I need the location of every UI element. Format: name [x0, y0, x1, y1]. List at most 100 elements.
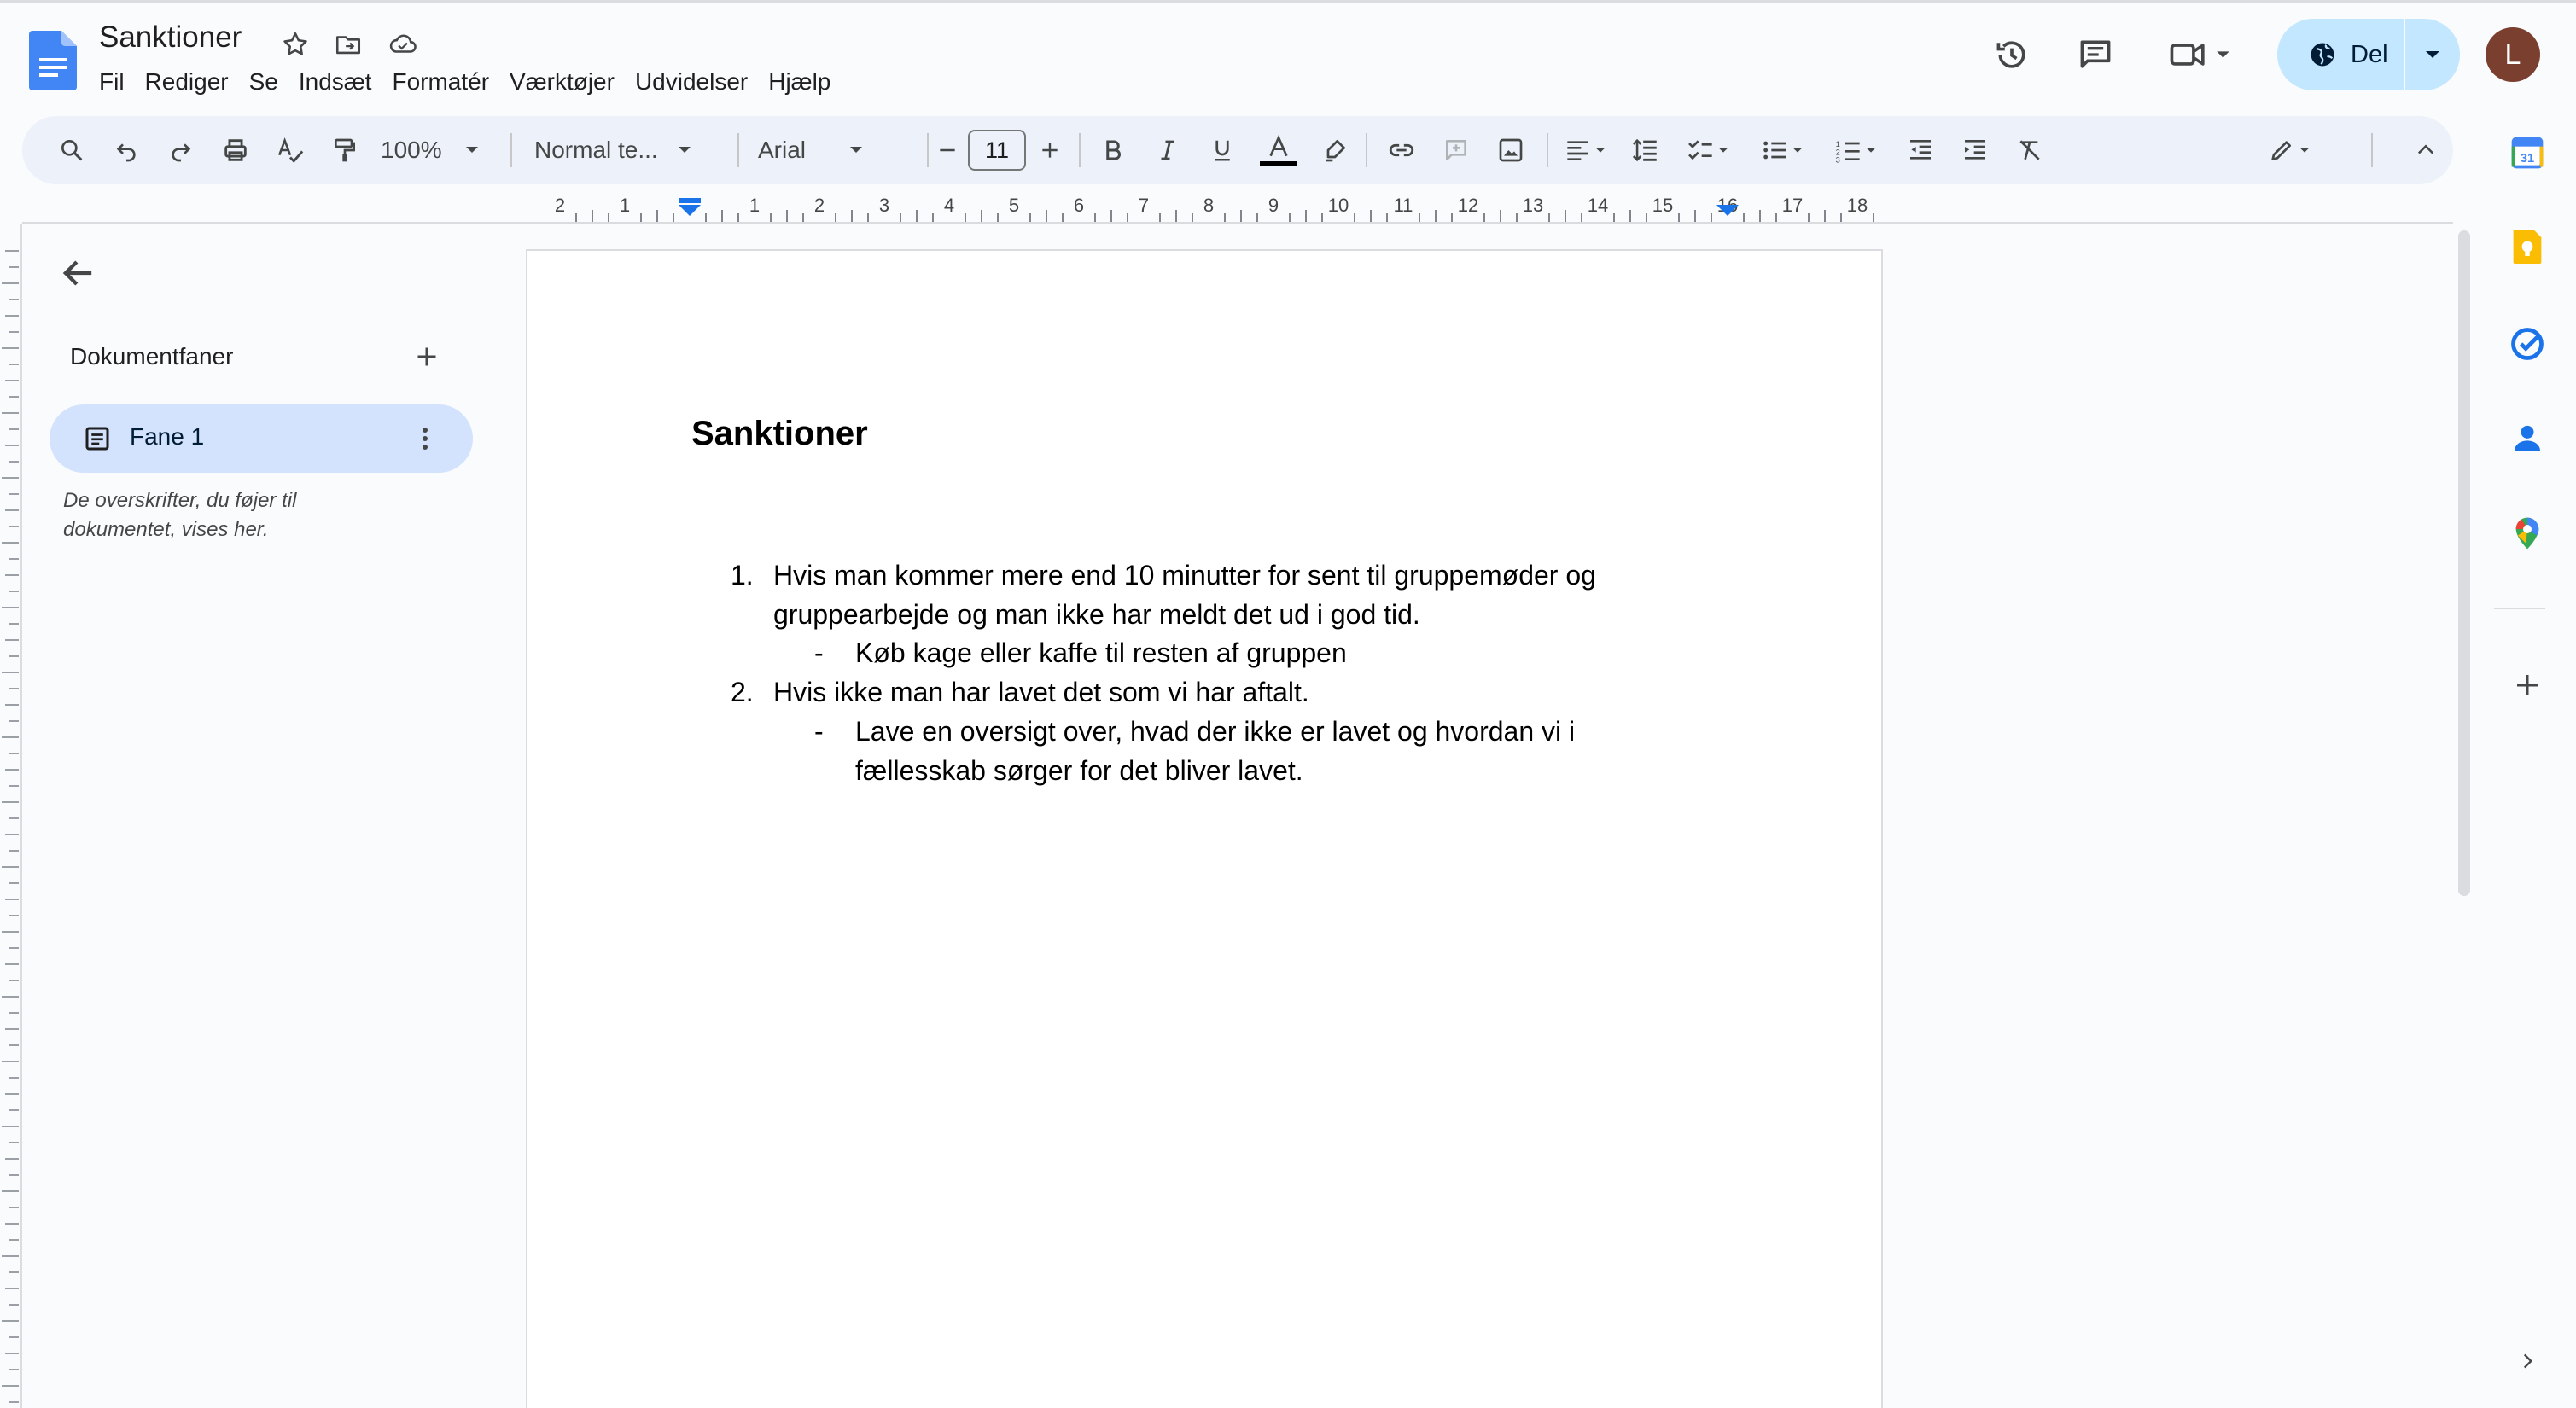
- collapse-menus-icon[interactable]: [2404, 116, 2448, 184]
- chevron-right-icon[interactable]: [2501, 1335, 2554, 1388]
- more-options-icon[interactable]: [413, 420, 437, 457]
- document-title[interactable]: Sanktioner: [99, 20, 242, 55]
- editing-mode-icon[interactable]: [2257, 116, 2325, 184]
- ruler-label: 2: [555, 195, 565, 216]
- highlight-icon[interactable]: [1311, 116, 1359, 184]
- checklist-icon[interactable]: [1676, 116, 1743, 184]
- menu-bar: Fil Rediger Se Indsæt Formatér Værktøjer…: [89, 63, 841, 101]
- print-icon[interactable]: [212, 116, 259, 184]
- clear-formatting-icon[interactable]: [2006, 116, 2054, 184]
- menu-format[interactable]: Formatér: [382, 68, 499, 96]
- chevron-down-icon: [465, 147, 478, 153]
- menu-view[interactable]: Se: [239, 68, 288, 96]
- maps-icon[interactable]: [2501, 507, 2554, 560]
- tab-item-fane-1[interactable]: [50, 404, 473, 473]
- undo-icon[interactable]: [102, 116, 150, 184]
- list-item-text[interactable]: Hvis ikke man har lavet det som vi har a…: [773, 677, 1309, 708]
- globe-icon: [2311, 43, 2334, 67]
- text-color-icon[interactable]: [1253, 116, 1304, 184]
- increase-indent-icon[interactable]: [1951, 116, 1999, 184]
- add-tab-icon[interactable]: [411, 341, 442, 372]
- list-item-text[interactable]: fællesskab sørger for det bliver lavet.: [855, 755, 1303, 787]
- menu-tools[interactable]: Værktøjer: [499, 68, 625, 96]
- svg-text:3: 3: [1836, 156, 1840, 164]
- numbered-list-icon[interactable]: 123: [1823, 116, 1891, 184]
- toolbar-divider: [510, 133, 512, 167]
- avatar[interactable]: L: [2486, 27, 2540, 82]
- list-item-text[interactable]: Lave en oversigt over, hvad der ikke er …: [855, 716, 1575, 748]
- ruler-label: 14: [1588, 195, 1608, 216]
- ruler-label: 18: [1847, 195, 1868, 216]
- contacts-icon[interactable]: [2501, 411, 2554, 464]
- add-comment-icon[interactable]: [1432, 116, 1480, 184]
- ruler-label: 17: [1782, 195, 1803, 216]
- window-top-border: [0, 0, 2576, 3]
- cloud-saved-icon[interactable]: [386, 27, 420, 61]
- search-menus-icon[interactable]: [48, 116, 96, 184]
- move-folder-icon[interactable]: [331, 27, 365, 61]
- ruler-label: 6: [1074, 195, 1084, 216]
- toolbar: 100% Normal te... Arial 11 1 2 3: [22, 116, 2453, 184]
- decrease-font-size-icon[interactable]: [929, 116, 966, 184]
- version-history-icon[interactable]: [1985, 28, 2038, 81]
- document-heading[interactable]: Sanktioner: [691, 415, 868, 453]
- decrease-indent-icon[interactable]: [1897, 116, 1944, 184]
- style-select[interactable]: Normal te...: [534, 116, 731, 184]
- paint-format-icon[interactable]: [321, 116, 369, 184]
- ruler-label: 10: [1328, 195, 1349, 216]
- align-icon[interactable]: [1557, 116, 1617, 184]
- bulleted-list-icon[interactable]: [1750, 116, 1818, 184]
- vertical-ruler[interactable]: [0, 239, 22, 1408]
- calendar-icon[interactable]: 31: [2501, 126, 2554, 179]
- spellcheck-icon[interactable]: [266, 116, 314, 184]
- star-icon[interactable]: [278, 27, 312, 61]
- comments-icon[interactable]: [2069, 28, 2122, 81]
- left-indent-marker[interactable]: [679, 198, 701, 216]
- menu-file[interactable]: Fil: [89, 68, 135, 96]
- svg-text:31: 31: [2521, 152, 2534, 166]
- share-dropdown-icon[interactable]: [2405, 19, 2460, 90]
- zoom-value: 100%: [381, 137, 442, 163]
- list-item-text[interactable]: gruppearbejde og man ikke har meldt det …: [773, 599, 1420, 631]
- increase-font-size-icon[interactable]: [1031, 116, 1069, 184]
- font-select[interactable]: Arial: [758, 116, 920, 184]
- tab-label: Fane 1: [130, 423, 205, 450]
- ruler-label: 3: [879, 195, 889, 216]
- menu-help[interactable]: Hjælp: [758, 68, 841, 96]
- list-item-text[interactable]: Hvis man kommer mere end 10 minutter for…: [773, 560, 1596, 591]
- toolbar-divider: [737, 133, 739, 167]
- font-value: Arial: [758, 137, 807, 163]
- docs-logo-icon[interactable]: [29, 31, 77, 90]
- meet-icon[interactable]: [2163, 28, 2240, 81]
- toolbar-divider: [2371, 133, 2373, 167]
- line-spacing-icon[interactable]: [1622, 116, 1670, 184]
- list-marker: -: [814, 716, 824, 747]
- italic-icon[interactable]: [1144, 116, 1192, 184]
- underline-icon[interactable]: [1198, 116, 1246, 184]
- list-item-text[interactable]: Køb kage eller kaffe til resten af grupp…: [855, 637, 1347, 669]
- keep-icon[interactable]: [2501, 220, 2554, 273]
- add-addon-icon[interactable]: [2501, 659, 2554, 712]
- list-marker: 1.: [731, 560, 754, 591]
- tasks-icon[interactable]: [2501, 317, 2554, 370]
- side-panel-divider: [2494, 608, 2545, 609]
- document-tab-icon: [82, 423, 113, 454]
- menu-extensions[interactable]: Udvidelser: [625, 68, 758, 96]
- zoom-select[interactable]: 100%: [381, 116, 500, 184]
- share-label: Del: [2351, 40, 2388, 68]
- outline-hint: De overskrifter, du føjer til dokumentet…: [63, 489, 297, 541]
- ruler-label: 1: [620, 195, 630, 216]
- share-button[interactable]: Del: [2277, 19, 2460, 90]
- redo-icon[interactable]: [157, 116, 205, 184]
- left-border: [20, 224, 22, 1408]
- bold-icon[interactable]: [1089, 116, 1137, 184]
- back-arrow-icon[interactable]: [56, 251, 101, 295]
- horizontal-ruler[interactable]: 21123456789101112131415161718: [524, 193, 1883, 224]
- ruler-label: 7: [1139, 195, 1149, 216]
- insert-image-icon[interactable]: [1487, 116, 1535, 184]
- link-icon[interactable]: [1378, 116, 1425, 184]
- menu-edit[interactable]: Rediger: [135, 68, 239, 96]
- font-size-input[interactable]: 11: [968, 130, 1026, 171]
- menu-insert[interactable]: Indsæt: [288, 68, 382, 96]
- scrollbar[interactable]: [2458, 230, 2470, 896]
